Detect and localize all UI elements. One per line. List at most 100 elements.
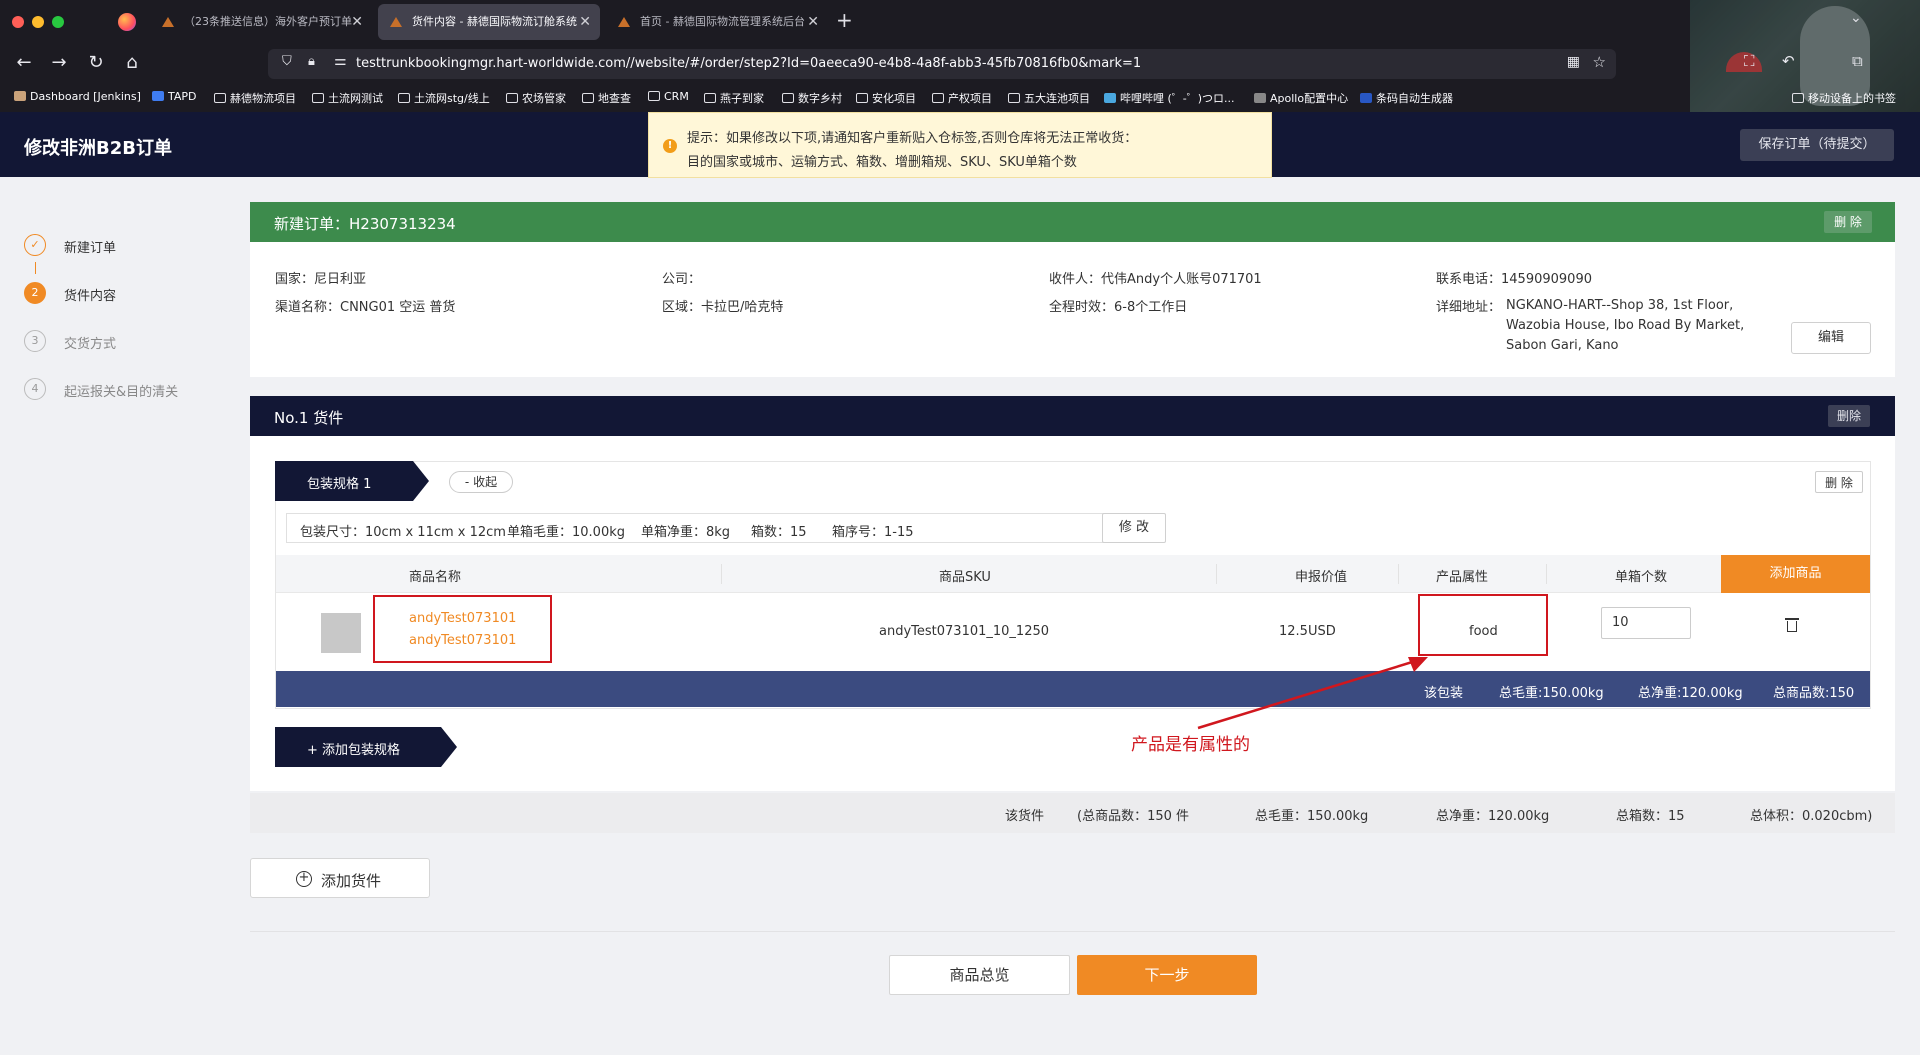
close-tab-icon[interactable]: ✕	[579, 4, 591, 40]
packing-spec-row: 包装尺寸：10cm x 11cm x 12cm 单箱毛重：10.00kg 单箱净…	[286, 513, 1106, 543]
add-pack-spec-button[interactable]: + 添加包装规格	[275, 727, 457, 767]
annotation-text: 产品是有属性的	[1131, 735, 1250, 755]
new-tab-icon[interactable]: +	[836, 8, 853, 32]
permissions-icon[interactable]: ⚌	[334, 53, 347, 69]
totals-volume: 总体积：0.020cbm)	[1750, 809, 1873, 824]
trash-lid	[1785, 618, 1799, 620]
bookmark-folder[interactable]: 地查查	[582, 90, 631, 106]
step-label: 交货方式	[64, 337, 117, 352]
modify-pack-button[interactable]: 修 改	[1102, 513, 1166, 543]
bookmark-folder[interactable]: 农场管家	[506, 90, 566, 106]
collapse-button[interactable]: - 收起	[449, 471, 513, 493]
column-divider	[1398, 564, 1399, 584]
bookmark-folder[interactable]: 土流网stg/线上	[398, 90, 490, 106]
home-icon[interactable]: ⌂	[120, 52, 144, 73]
page-title: 修改非洲B2B订单	[24, 138, 172, 159]
bookmark-barcode[interactable]: 条码自动生成器	[1360, 90, 1453, 106]
browser-tab-1[interactable]: （23条推送信息）海外客户预订单 ✕	[150, 4, 372, 40]
add-pack-label: + 添加包装规格	[307, 743, 401, 758]
url-text[interactable]: testtrunkbookingmgr.hart-worldwide.com//…	[356, 56, 1141, 71]
folder-icon	[932, 93, 944, 103]
arrow-head	[1408, 657, 1428, 672]
pack-box-count: 箱数：15	[751, 525, 807, 540]
bilibili-icon	[1104, 93, 1116, 103]
product-overview-button[interactable]: 商品总览	[889, 955, 1070, 995]
qty-per-box-input[interactable]: 10	[1601, 607, 1691, 639]
totals-net: 总净重：120.00kg	[1436, 809, 1550, 824]
phone: 联系电话：14590909090	[1436, 272, 1592, 287]
folder-icon	[856, 93, 868, 103]
bookmark-jenkins[interactable]: Dashboard [Jenkins]	[14, 90, 141, 103]
browser-tab-3[interactable]: 首页 - 赫德国际物流管理系统后台 ✕	[606, 4, 828, 40]
save-order-button[interactable]: 保存订单（待提交）	[1740, 129, 1894, 161]
lock-icon[interactable]: 🔒︎	[308, 54, 315, 69]
mobile-folder-icon	[1792, 93, 1804, 103]
folder-icon	[704, 93, 716, 103]
edit-order-button[interactable]: 编辑	[1791, 322, 1871, 354]
forward-arrow-icon[interactable]: →	[47, 52, 71, 73]
close-tab-icon[interactable]: ✕	[351, 4, 363, 40]
bookmark-folder[interactable]: 数字乡村	[782, 90, 842, 106]
bookmark-folder[interactable]: 赫德物流项目	[214, 90, 296, 106]
folder-icon	[1008, 93, 1020, 103]
close-tab-icon[interactable]: ✕	[807, 4, 819, 40]
column-header: 产品属性	[1436, 570, 1489, 585]
totals-count: (总商品数：150 件	[1077, 809, 1190, 824]
packing-spec-tab[interactable]: 包装规格 1	[275, 461, 429, 501]
maximize-window-button[interactable]	[52, 16, 64, 28]
close-window-button[interactable]	[12, 16, 24, 28]
delete-order-button[interactable]: 删 除	[1824, 211, 1872, 233]
bookmark-tapd[interactable]: TAPD	[152, 90, 197, 103]
bookmark-star-icon[interactable]: ☆	[1593, 53, 1606, 71]
delete-goods-button[interactable]: 删除	[1828, 405, 1870, 427]
folder-icon	[214, 93, 226, 103]
minimize-window-button[interactable]	[32, 16, 44, 28]
check-icon: ✓	[24, 234, 46, 256]
folder-icon	[582, 93, 594, 103]
column-header: 申报价值	[1295, 570, 1348, 585]
next-step-button[interactable]: 下一步	[1077, 955, 1257, 995]
shield-icon[interactable]: ⛉	[282, 54, 292, 69]
goods-totals-row: 该货件 (总商品数：150 件 总毛重：150.00kg 总净重：120.00k…	[250, 793, 1895, 833]
column-header: 商品SKU	[939, 570, 991, 585]
bookmark-apollo[interactable]: Apollo配置中心	[1254, 90, 1348, 106]
bookmark-folder[interactable]: 燕子到家	[704, 90, 764, 106]
step-connector	[35, 262, 36, 274]
undo-extension-icon[interactable]: ↶	[1782, 52, 1795, 70]
channel-name: 渠道名称：CNNG01 空运 普货	[275, 300, 456, 315]
browser-tab-2[interactable]: 货件内容 - 赫德国际物流订舱系统 ✕	[378, 4, 600, 40]
pack-summary-row: 该包装 总毛重:150.00kg 总净重:120.00kg 总商品数:150	[276, 671, 1870, 707]
annotation-box-product-name	[373, 595, 552, 663]
bookmark-folder[interactable]: CRM	[648, 90, 689, 103]
reload-icon[interactable]: ↻	[84, 52, 108, 73]
order-info-card: 新建订单：H2307313234 删 除 国家：尼日利亚 公司： 收件人：代伟A…	[250, 202, 1895, 377]
folder-icon	[506, 93, 518, 103]
qr-code-icon[interactable]: ▦	[1567, 54, 1580, 70]
bookmark-folder[interactable]: 产权项目	[932, 90, 992, 106]
delete-pack-button[interactable]: 删 除	[1815, 471, 1863, 493]
warning-icon: !	[663, 139, 677, 153]
column-header: 单箱个数	[1615, 570, 1668, 585]
plus-circle-icon: +	[296, 871, 312, 887]
url-bar[interactable]: ⛉ 🔒︎ ⚌ testtrunkbookingmgr.hart-worldwid…	[268, 49, 1616, 79]
product-thumbnail	[321, 613, 361, 653]
column-divider	[1546, 564, 1547, 584]
trash-icon[interactable]	[1785, 618, 1799, 632]
bookmark-folder[interactable]: 土流网测试	[312, 90, 383, 106]
puzzle-extensions-icon[interactable]: ⧉	[1852, 52, 1863, 70]
add-goods-label: 添加货件	[321, 872, 382, 890]
add-product-button[interactable]: 添加商品	[1721, 555, 1870, 593]
list-tabs-chevron-icon[interactable]: ⌄	[1850, 10, 1862, 26]
extension-icon[interactable]: ⛶	[1744, 52, 1755, 70]
bookmark-folder[interactable]: 安化项目	[856, 90, 916, 106]
packing-spec-label: 包装规格 1	[307, 477, 372, 492]
bookmark-bilibili[interactable]: 哔哩哔哩 (゜-゜)つロ...	[1104, 90, 1235, 106]
receiver: 收件人：代伟Andy个人账号071701	[1049, 272, 1262, 287]
tab-title: （23条推送信息）海外客户预订单	[184, 15, 352, 28]
bookmark-mobile[interactable]: 移动设备上的书签	[1792, 90, 1896, 106]
add-goods-button[interactable]: + 添加货件	[250, 858, 430, 898]
back-arrow-icon[interactable]: ←	[12, 52, 36, 73]
bookmark-folder[interactable]: 五大连池项目	[1008, 90, 1090, 106]
firefox-icon	[118, 13, 136, 31]
goods-card: No.1 货件 删除 包装规格 1 - 收起 删 除 包装尺寸：10cm x 1…	[250, 396, 1895, 791]
